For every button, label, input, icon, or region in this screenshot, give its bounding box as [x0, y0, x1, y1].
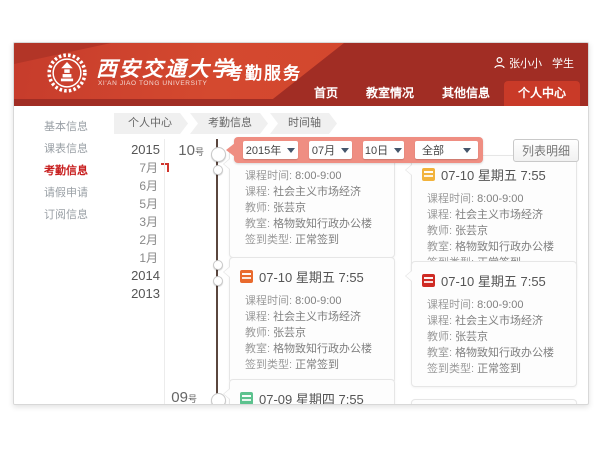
breadcrumb: 个人中心 考勤信息 时间轴 [114, 113, 337, 134]
status-late-icon [422, 168, 435, 181]
month-nav-may[interactable]: 5月 [114, 195, 160, 213]
month-nav-mar[interactable]: 3月 [114, 213, 160, 231]
breadcrumb-attendance[interactable]: 考勤信息 [190, 113, 268, 134]
year-nav-2015[interactable]: 2015 [114, 141, 160, 159]
app-title: 考勤服务 [226, 59, 302, 84]
attendance-card: 07-10 星期五 7:55 课程时间:8:00-9:00 课程:社会主义市场经… [411, 261, 577, 387]
month-nav-jan[interactable]: 1月 [114, 249, 160, 267]
type-select[interactable]: 全部 [415, 141, 478, 159]
current-month-marker [161, 163, 169, 172]
timeline-year-month-nav: 2015 7月 6月 5月 3月 2月 1月 2014 2013 [114, 141, 160, 303]
timeline-axis [216, 139, 218, 404]
breadcrumb-personal-center[interactable]: 个人中心 [114, 113, 188, 134]
breadcrumb-timeline[interactable]: 时间轴 [270, 113, 337, 134]
user-role: 学生 [552, 55, 574, 71]
year-nav-2013[interactable]: 2013 [114, 285, 160, 303]
attendance-card-clipped [411, 399, 577, 405]
university-logo-icon [46, 52, 88, 94]
chevron-down-icon [463, 148, 471, 153]
user-menu[interactable]: 张小小 学生 [494, 55, 574, 71]
timeline-node [213, 165, 223, 175]
month-nav-jul[interactable]: 7月 [114, 159, 160, 177]
day-select[interactable]: 10日 [363, 141, 404, 159]
status-course-icon [240, 270, 253, 283]
university-name-en: XI'AN JIAO TONG UNIVERSITY [98, 80, 207, 87]
month-nav-divider [164, 139, 165, 404]
app-window: 西安交通大学 XI'AN JIAO TONG UNIVERSITY 考勤服务 张… [13, 42, 589, 405]
user-icon [494, 57, 505, 69]
sidebar: 基本信息 课表信息 考勤信息 请假申请 订阅信息 [14, 106, 118, 404]
month-nav-feb[interactable]: 2月 [114, 231, 160, 249]
year-select[interactable]: 2015年 [243, 141, 298, 159]
day-marker-09: 09号 [159, 389, 197, 405]
attendance-card: 课程时间:8:00-9:00 课程:社会主义市场经济 教师:张芸京 教室:格物致… [229, 149, 395, 258]
month-select[interactable]: 07月 [309, 141, 352, 159]
status-absent-icon [422, 274, 435, 287]
nav-item-home[interactable]: 首页 [300, 81, 352, 106]
sidebar-item-leave-request[interactable]: 请假申请 [14, 187, 118, 200]
user-name: 张小小 [509, 55, 542, 71]
timeline-node [213, 276, 223, 286]
chevron-down-icon [341, 148, 349, 153]
sidebar-item-attendance[interactable]: 考勤信息 [14, 165, 118, 178]
date-filter-bar: 2015年 07月 10日 全部 [234, 137, 483, 163]
attendance-card: 07-09 星期四 7:55 [229, 379, 395, 405]
app-header: 西安交通大学 XI'AN JIAO TONG UNIVERSITY 考勤服务 张… [14, 43, 588, 106]
university-name-cn: 西安交通大学 [96, 53, 234, 83]
chevron-down-icon [287, 148, 295, 153]
status-normal-icon [240, 392, 253, 405]
nav-item-other-info[interactable]: 其他信息 [428, 81, 504, 106]
nav-item-personal-center[interactable]: 个人中心 [504, 81, 580, 106]
main-nav: 首页 教室情况 其他信息 个人中心 [300, 81, 580, 106]
list-detail-button[interactable]: 列表明细 [513, 139, 579, 162]
nav-item-classrooms[interactable]: 教室情况 [352, 81, 428, 106]
chevron-down-icon [394, 148, 402, 153]
year-nav-2014[interactable]: 2014 [114, 267, 160, 285]
sidebar-item-basic-info[interactable]: 基本信息 [14, 121, 118, 134]
day-marker-10: 10号 [166, 142, 204, 160]
timeline-node [213, 260, 223, 270]
sidebar-item-timetable[interactable]: 课表信息 [14, 143, 118, 156]
month-nav-jun[interactable]: 6月 [114, 177, 160, 195]
sidebar-item-subscription[interactable]: 订阅信息 [14, 209, 118, 222]
attendance-card: 07-10 星期五 7:55 课程时间:8:00-9:00 课程:社会主义市场经… [229, 257, 395, 383]
